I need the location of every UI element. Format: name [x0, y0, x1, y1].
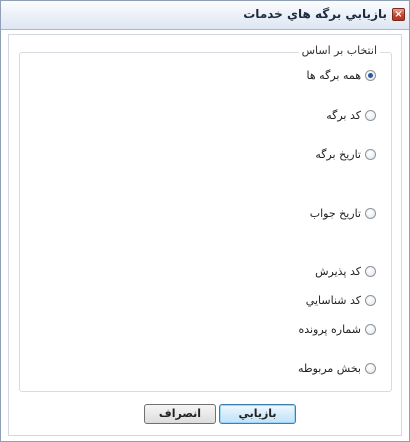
radio-label: شماره پرونده	[298, 323, 361, 336]
radio-id-code[interactable]: کد شناسايي	[306, 294, 376, 307]
radio-answer-date[interactable]: تاريخ جواب	[310, 207, 376, 220]
groupbox-legend: انتخاب بر اساس	[298, 44, 380, 57]
radio-label: همه برگه ها	[306, 69, 361, 82]
radio-sheet-date[interactable]: تاريخ برگه	[315, 148, 376, 161]
radio-label: کد پذيرش	[315, 265, 361, 278]
radio-button[interactable]	[365, 110, 376, 121]
radio-button[interactable]	[365, 295, 376, 306]
radio-label: تاريخ جواب	[309, 207, 361, 220]
selection-groupbox: انتخاب بر اساس	[19, 44, 392, 392]
close-icon[interactable]: ×	[392, 8, 405, 21]
radio-file-number[interactable]: شماره پرونده	[298, 323, 376, 336]
radio-button[interactable]	[365, 208, 376, 219]
radio-admission-code[interactable]: کد پذيرش	[315, 265, 376, 278]
cancel-button[interactable]: انصراف	[144, 404, 216, 424]
radio-button[interactable]	[365, 324, 376, 335]
radio-label: بخش مربوطه	[297, 362, 361, 375]
dialog-window: × بازيابي برگه هاي خدمات انتخاب بر اساس …	[0, 0, 410, 442]
radio-label: تاريخ برگه	[315, 148, 361, 161]
window-title: بازيابي برگه هاي خدمات	[243, 7, 387, 21]
radio-related-department[interactable]: بخش مربوطه	[298, 362, 376, 375]
radio-label: کد برگه	[326, 109, 361, 122]
radio-button[interactable]	[365, 149, 376, 160]
refresh-button[interactable]: بازيابي	[219, 404, 296, 424]
radio-all-sheets[interactable]: همه برگه ها	[307, 69, 376, 82]
radio-label: کد شناسايي	[305, 294, 361, 307]
radio-button[interactable]	[365, 266, 376, 277]
title-bar[interactable]: × بازيابي برگه هاي خدمات	[1, 1, 409, 30]
radio-button[interactable]	[365, 363, 376, 374]
radio-button[interactable]	[365, 70, 376, 81]
radio-sheet-code[interactable]: کد برگه	[326, 109, 376, 122]
